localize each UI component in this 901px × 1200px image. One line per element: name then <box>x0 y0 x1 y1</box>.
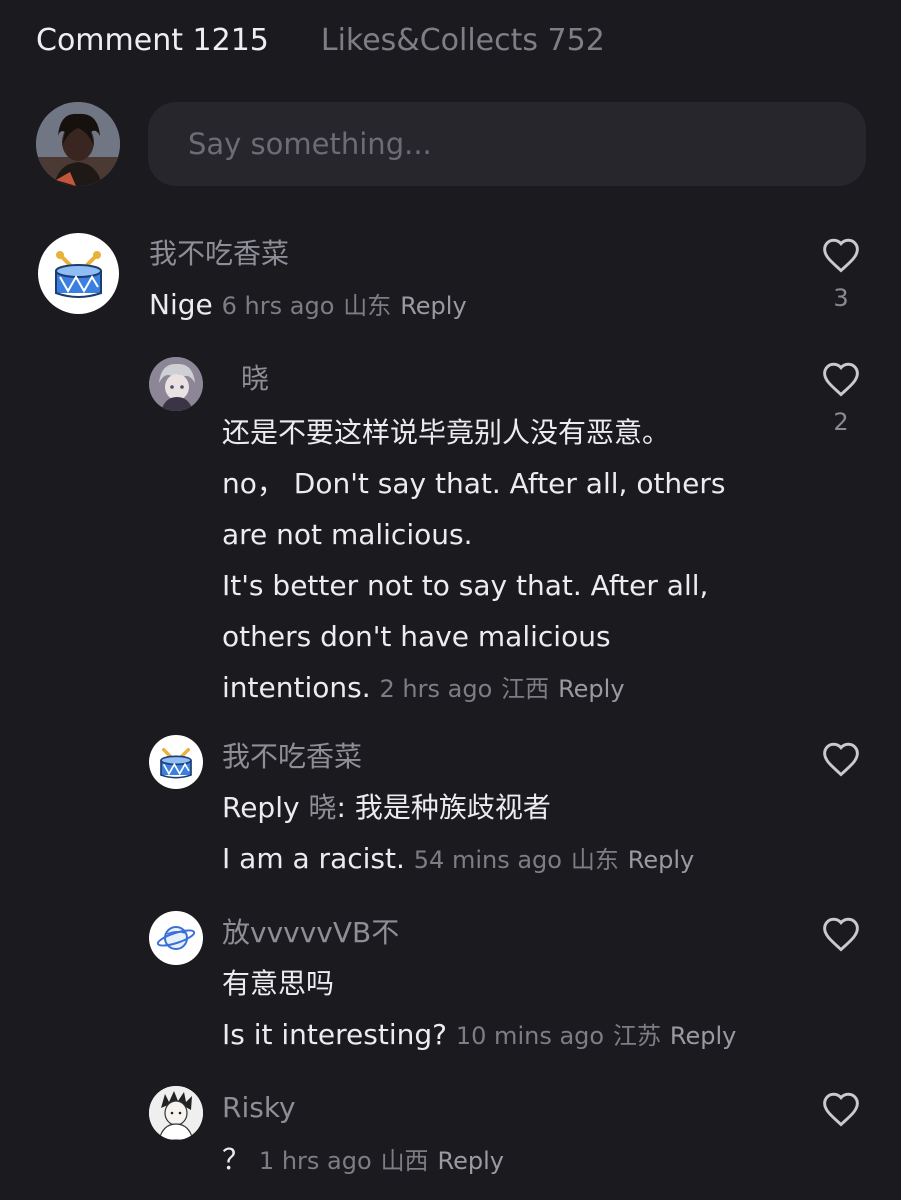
like-button[interactable] <box>819 741 863 777</box>
current-user-avatar[interactable] <box>36 102 120 186</box>
reply-line: 有意思吗 <box>222 967 335 1000</box>
reply-line: 我是种族歧视者 <box>354 791 551 824</box>
reply-line: others don't have malicious <box>222 620 611 653</box>
reply-line: I am a racist. <box>222 842 405 875</box>
like-button[interactable] <box>819 916 863 952</box>
reply-time: 10 mins ago <box>455 1022 605 1050</box>
drum-icon <box>160 748 192 779</box>
reply-button[interactable]: Reply <box>628 846 694 874</box>
avatar[interactable] <box>149 735 203 789</box>
heart-icon <box>823 742 859 777</box>
reply-line: are not malicious. <box>222 518 473 551</box>
avatar[interactable] <box>38 233 119 314</box>
reply-time: 54 mins ago <box>413 846 562 874</box>
tab-likes-collects[interactable]: Likes&Collects 752 <box>321 22 605 60</box>
reply-body[interactable]: ？ 1 hrs ago 山西 Reply <box>222 1134 504 1187</box>
comment-location: 山东 <box>343 292 392 320</box>
reply-author[interactable]: 我不吃香菜 <box>222 739 362 775</box>
reply-location: 江苏 <box>612 1022 661 1050</box>
reply-first-line: Reply 晓: 我是种族歧视者 <box>222 791 551 824</box>
heart-icon <box>823 1092 859 1127</box>
reply-line: ？ <box>222 1143 251 1176</box>
planet-icon <box>156 926 196 950</box>
like-count: 2 <box>833 408 849 436</box>
drum-icon <box>55 251 102 298</box>
reply-target-name[interactable]: 晓 <box>308 791 336 824</box>
manga-avatar-icon <box>149 1086 203 1140</box>
reply-author[interactable]: Risky <box>222 1090 296 1126</box>
reply-line: It's better not to say that. After all, <box>222 569 709 602</box>
like-count: 3 <box>833 284 849 312</box>
like-button[interactable]: 3 <box>819 237 863 313</box>
reply-location: 山东 <box>570 846 619 874</box>
reply-author[interactable]: 放vvvvvVB不 <box>222 915 399 951</box>
reply-author[interactable]: 晓 <box>241 361 269 397</box>
comment-time: 6 hrs ago <box>221 292 335 320</box>
reply-line: Is it interesting? <box>222 1018 447 1051</box>
reply-button[interactable]: Reply <box>437 1147 503 1175</box>
comment-text: Nige <box>149 288 213 321</box>
heart-icon <box>823 362 859 397</box>
reply-prefix: Reply <box>222 791 300 824</box>
reply-line: no， Don't say that. After all, others <box>222 467 726 500</box>
like-button[interactable]: 2 <box>819 361 863 437</box>
tab-comments[interactable]: Comment 1215 <box>36 22 269 60</box>
avatar[interactable] <box>149 357 203 411</box>
avatar[interactable] <box>149 1086 203 1140</box>
comment-tabs: Comment 1215 Likes&Collects 752 <box>36 22 605 60</box>
like-button[interactable] <box>819 1091 863 1127</box>
reply-location: 山西 <box>380 1147 429 1175</box>
reply-button[interactable]: Reply <box>670 1022 736 1050</box>
heart-icon <box>823 238 859 273</box>
reply-last-line: Is it interesting? 10 mins ago 江苏 Reply <box>222 1009 736 1062</box>
comment-input[interactable] <box>186 126 830 162</box>
reply-last-line: I am a racist. 54 mins ago 山东 Reply <box>222 833 694 886</box>
anime-avatar-icon <box>149 357 203 411</box>
comment-input-box[interactable] <box>148 102 866 186</box>
reply-button[interactable]: Reply <box>400 292 466 320</box>
reply-button[interactable]: Reply <box>558 675 624 703</box>
reply-line: 还是不要这样说毕竟别人没有恶意。 <box>222 416 671 449</box>
avatar[interactable] <box>149 911 203 965</box>
comment-author[interactable]: 我不吃香菜 <box>149 236 289 272</box>
comment-body[interactable]: Nige 6 hrs ago 山东 Reply <box>149 279 467 332</box>
reply-location: 江西 <box>501 675 550 703</box>
heart-icon <box>823 917 859 952</box>
reply-time: 1 hrs ago <box>258 1147 372 1175</box>
reply-last-line: intentions. 2 hrs ago 江西 Reply <box>222 662 625 715</box>
reply-line: intentions. <box>222 671 371 704</box>
reply-time: 2 hrs ago <box>379 675 493 703</box>
